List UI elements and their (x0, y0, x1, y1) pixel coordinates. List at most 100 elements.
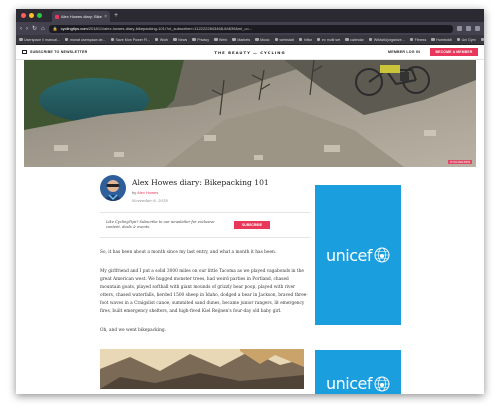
home-button[interactable]: ⌂ (41, 26, 45, 32)
bookmark-item[interactable]: monat userspace.de... (64, 37, 106, 42)
bookmark-icon (298, 37, 303, 42)
unicef-globe-icon (374, 247, 390, 263)
library-icon[interactable] (466, 26, 471, 31)
bookmark-label: Humboldt (436, 37, 452, 42)
browser-window: Alex Howes diary: Bikepacking 1... × + ‹… (16, 9, 484, 394)
unicef-ad[interactable]: unicef (315, 185, 401, 325)
article-paragraph: My girlfriend and I put a solid 3000 mil… (100, 269, 308, 315)
bookmark-label: News (178, 37, 188, 42)
bookmark-item[interactable]: hitfar (298, 37, 312, 42)
favicon-icon (55, 14, 59, 19)
bookmark-item[interactable]: calendar (345, 38, 364, 42)
url-path: /2018/11/alex-howes-diary-bikepacking-10… (87, 26, 253, 31)
bookmark-icon (192, 37, 196, 42)
bookmark-label: hitfar (303, 37, 312, 42)
bookmark-item[interactable]: Uni Gym (456, 37, 476, 42)
extension-icon[interactable] (457, 26, 462, 31)
bookmarks-bar: Userspace // manual... monat userspace.de… (16, 35, 484, 45)
bookmark-item[interactable]: Humboldt (431, 37, 452, 42)
menu-icon[interactable] (475, 26, 480, 31)
bookmark-icon (214, 37, 218, 42)
tab-bar: Alex Howes diary: Bikepacking 1... × + (16, 9, 484, 22)
minimize-window-button[interactable] (29, 13, 34, 18)
bookmark-label: Werk (219, 37, 228, 42)
bookmark-label: Wikiwiki(organize... (373, 37, 405, 42)
bookmark-icon (154, 37, 159, 42)
article-paragraph: So, it has been about a month since my l… (100, 250, 277, 256)
window-controls (21, 13, 42, 18)
bookmark-label: Userspace // manual... (24, 37, 60, 42)
unicef-logo: unicef (326, 246, 390, 265)
bookmark-icon (316, 37, 321, 42)
subscribe-newsletter-link[interactable]: SUBSCRIBE TO NEWSLETTER (22, 50, 87, 54)
author-link[interactable]: Alex Howes (137, 190, 158, 195)
member-login-link[interactable]: MEMBER LOG IN (388, 50, 420, 54)
bookmark-label: werkstatt (279, 37, 294, 42)
bookmark-icon (64, 37, 69, 42)
tab-close-icon[interactable]: × (104, 14, 107, 20)
promo-text: Like CyclingTips? Subscribe to our newsl… (106, 220, 215, 230)
article-meta: Alex Howes diary: Bikepacking 101 by Ale… (132, 175, 269, 203)
bookmark-label: Save Mon Power Fl... (115, 37, 150, 42)
bookmark-label: Privacy (197, 37, 210, 42)
bookmark-icon (110, 37, 115, 42)
bookmark-label: Markets (237, 37, 251, 42)
newsletter-promo: Like CyclingTips? Subscribe to our newsl… (100, 212, 310, 239)
bookmark-label: monat userspace.de... (69, 37, 106, 42)
article: Alex Howes diary: Bikepacking 101 by Ale… (100, 175, 310, 389)
new-tab-button[interactable]: + (114, 12, 118, 19)
unicef-wordmark: unicef (326, 245, 373, 265)
back-button[interactable]: ‹ (20, 26, 22, 32)
unicef-ad-secondary[interactable]: unicef (315, 350, 401, 394)
hero-image: CYCLINGTIPS (24, 60, 476, 167)
bookmark-item[interactable]: ex multi set (316, 37, 341, 42)
bookmark-icon (368, 37, 373, 42)
bookmark-item[interactable]: Werk (214, 38, 227, 42)
unicef-logo-secondary: unicef (326, 374, 390, 393)
bookmark-icon (345, 37, 349, 42)
zoom-window-button[interactable] (37, 13, 42, 18)
become-member-button[interactable]: BECOME A MEMBER (430, 48, 478, 56)
bookmark-item[interactable]: Userspace // manual... (19, 38, 60, 42)
reload-button[interactable]: ↻ (32, 26, 37, 32)
bookmark-icon (274, 37, 279, 42)
envelope-icon (22, 50, 27, 54)
bookmark-item[interactable]: News (173, 38, 187, 42)
bookmark-label: calendar (350, 37, 364, 42)
bookmark-label: ex multi set (321, 37, 341, 42)
site-logo[interactable]: THE BEAUTY — CYCLING (214, 50, 285, 55)
article-paragraph: Oh, and we went bikepacking. (100, 327, 166, 333)
tab-active[interactable]: Alex Howes diary: Bikepacking 1... × (52, 11, 110, 22)
subscribe-label: SUBSCRIBE TO NEWSLETTER (30, 50, 88, 54)
photo-credit: CYCLINGTIPS (447, 160, 472, 164)
bookmark-label: Uni Gym (461, 37, 476, 42)
bookmark-icon (232, 37, 236, 42)
bookmark-item[interactable]: Fitness (409, 38, 426, 42)
site-header: SUBSCRIBE TO NEWSLETTER THE BEAUTY — CYC… (16, 45, 484, 60)
author-avatar[interactable] (100, 175, 126, 201)
bookmark-icon (255, 37, 259, 42)
close-window-button[interactable] (21, 13, 26, 18)
publish-date: November 8, 2018 (132, 198, 168, 203)
bookmark-item[interactable]: Save Mon Power Fl... (110, 37, 150, 42)
url-bar[interactable]: 🔒 cyclingtips.com/2018/11/alex-howes-dia… (48, 24, 453, 33)
bookmark-item[interactable]: Work (154, 37, 169, 42)
bookmark-item[interactable]: Music (255, 37, 270, 42)
tab-title: Alex Howes diary: Bikepacking 1... (61, 14, 102, 19)
bookmark-item[interactable]: Markets (232, 38, 250, 42)
unicef-wordmark-secondary: unicef (326, 374, 373, 393)
forward-button[interactable]: › (26, 26, 28, 32)
byline: by Alex Howes (132, 190, 269, 195)
article-header: Alex Howes diary: Bikepacking 101 by Ale… (100, 175, 310, 203)
bookmark-item[interactable]: Wikiwiki(organize... (368, 37, 405, 42)
bookmark-item[interactable]: werkstatt (274, 37, 294, 42)
main-content: Alex Howes diary: Bikepacking 101 by Ale… (16, 167, 484, 394)
promo-subscribe-button[interactable]: SUBSCRIBE (234, 221, 270, 230)
bookmark-label: Work (159, 37, 169, 42)
byline-prefix: by (132, 190, 137, 195)
bookmark-icon (19, 37, 23, 42)
url-domain: cyclingtips.com (60, 26, 88, 31)
bookmark-icon (480, 37, 484, 42)
bookmark-item[interactable]: Privacy (192, 38, 209, 42)
bookmark-item[interactable]: YouTube (480, 37, 484, 42)
